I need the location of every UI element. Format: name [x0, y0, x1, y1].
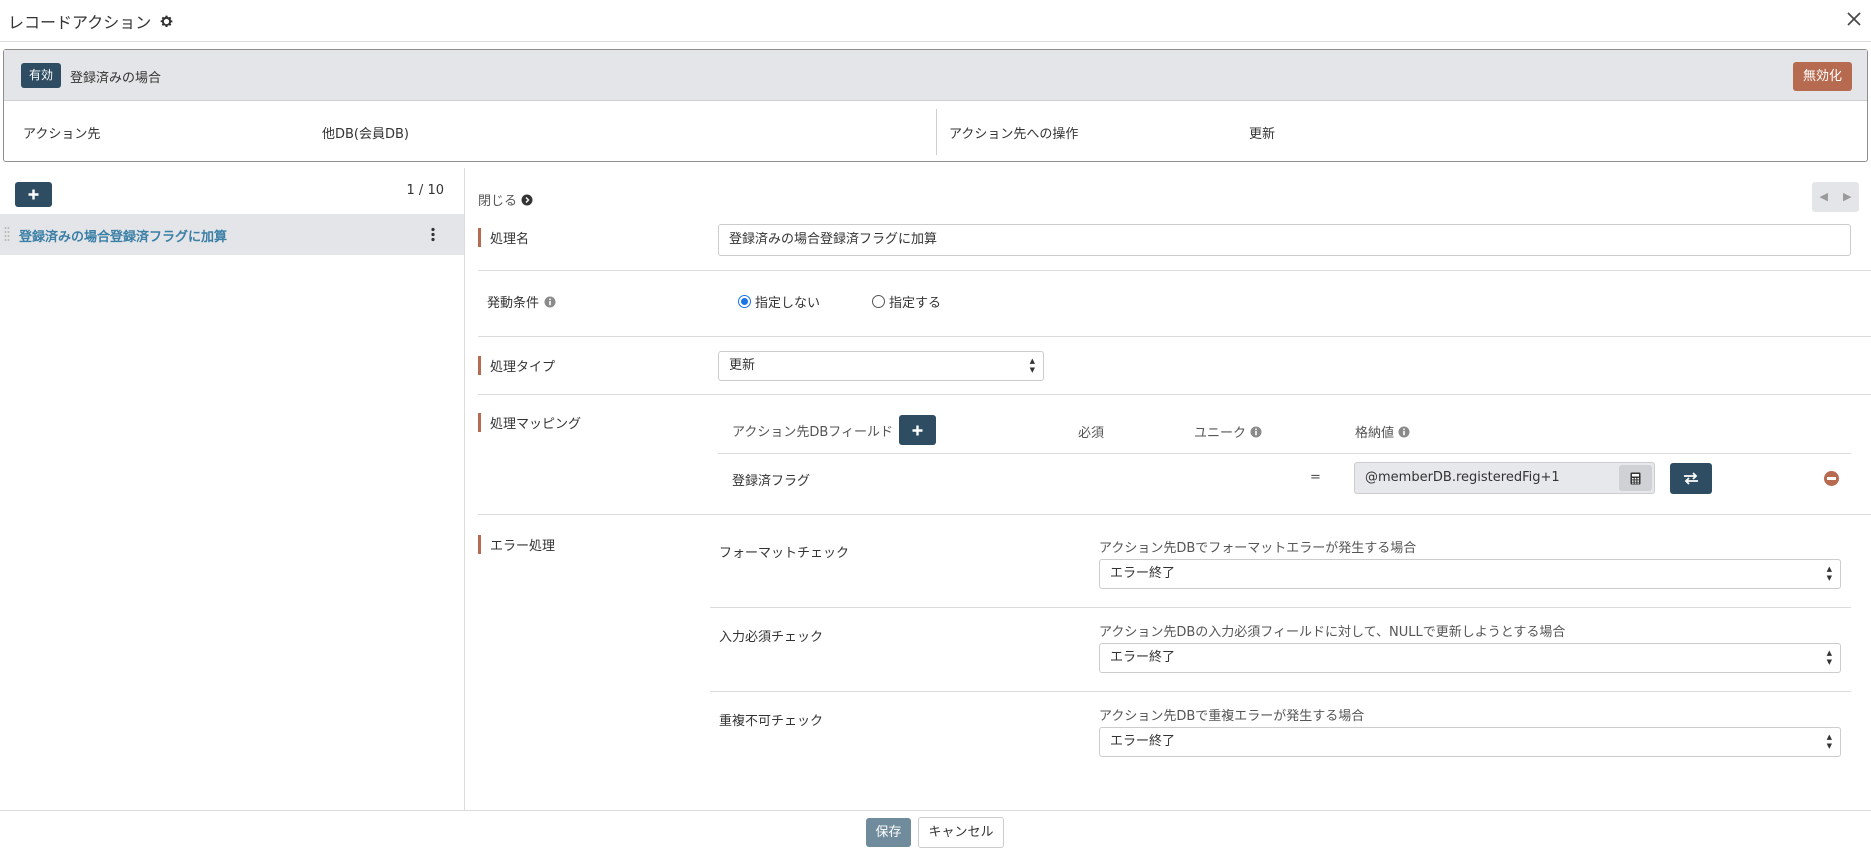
error-check-label: フォーマットチェック	[719, 546, 850, 561]
gear-icon[interactable]	[159, 14, 174, 29]
info-icon	[1398, 426, 1410, 437]
error-check-select-value: エラー終了	[1110, 734, 1176, 749]
detail-navigation: ◀ ▶	[1812, 182, 1859, 212]
type-select-value: 更新	[729, 358, 756, 373]
list-count: 1 / 10	[406, 183, 444, 198]
prev-arrow-icon[interactable]: ◀	[1812, 182, 1836, 212]
list-item-label: 登録済みの場合登録済フラグに加算	[19, 230, 228, 245]
divider	[478, 270, 1871, 271]
calculator-button[interactable]	[1619, 465, 1652, 491]
divider	[478, 514, 1871, 515]
target-value: 他DB(会員DB)	[322, 127, 410, 142]
summary-divider	[936, 109, 937, 155]
chevron-circle-right-icon	[521, 194, 533, 205]
close-detail-link[interactable]: 閉じる	[478, 190, 533, 209]
info-icon	[1250, 426, 1262, 437]
name-input[interactable]: 登録済みの場合登録済フラグに加算	[718, 224, 1851, 256]
save-button[interactable]: 保存	[866, 818, 911, 847]
calculator-icon	[1630, 472, 1641, 484]
mapping-header-value: 格納値	[1355, 422, 1410, 441]
mapping-value-text: @memberDB.registeredFig+1	[1365, 470, 1560, 485]
divider	[710, 691, 1851, 692]
mapping-value-input[interactable]: @memberDB.registeredFig+1	[1354, 462, 1655, 494]
error-check-select[interactable]: エラー終了 ▲ ▼	[1099, 643, 1841, 673]
summary-title: 登録済みの場合	[70, 71, 162, 86]
condition-radio-specify-label: 指定する	[889, 296, 942, 311]
mapping-operator: =	[1310, 470, 1321, 485]
add-action-button[interactable]	[15, 182, 52, 207]
summary-body: アクション先 他DB(会員DB) アクション先への操作 更新	[4, 101, 1867, 161]
mapping-header-unique-text: ユニーク	[1194, 426, 1247, 441]
swap-icon	[1684, 472, 1698, 485]
select-caret-icon: ▲ ▼	[1826, 565, 1832, 582]
condition-radio-specify[interactable]: 指定する	[872, 292, 941, 311]
add-mapping-button[interactable]	[899, 415, 936, 445]
status-badge: 有効	[21, 63, 62, 88]
error-check-select[interactable]: エラー終了 ▲ ▼	[1099, 727, 1841, 757]
condition-label-text: 発動条件	[487, 296, 540, 311]
swap-button[interactable]	[1670, 463, 1712, 494]
error-check-description: アクション先DBでフォーマットエラーが発生する場合	[1099, 541, 1417, 556]
action-detail-panel: 閉じる ◀ ▶ 処理名 登録済みの場合登録済フラグに加算 発動条件 指定しない …	[466, 168, 1871, 810]
mapping-header-divider	[718, 453, 1851, 454]
minus-circle-icon[interactable]	[1824, 471, 1839, 486]
modal-title-text: レコードアクション	[8, 13, 152, 32]
drag-handle-icon[interactable]	[4, 226, 10, 242]
select-caret-icon: ▲ ▼	[1029, 357, 1035, 374]
target-label: アクション先	[23, 127, 101, 142]
divider	[710, 607, 1851, 608]
next-arrow-icon[interactable]: ▶	[1836, 182, 1860, 212]
radio-unselected-icon	[872, 295, 885, 308]
modal-footer: 保存 キャンセル	[0, 810, 1871, 850]
error-check-select-value: エラー終了	[1110, 650, 1176, 665]
error-check-description: アクション先DBの入力必須フィールドに対して、NULLで更新しようとする場合	[1099, 625, 1566, 640]
mapping-field-name: 登録済フラグ	[732, 474, 811, 489]
error-check-description: アクション先DBで重複エラーが発生する場合	[1099, 709, 1365, 724]
condition-radio-none[interactable]: 指定しない	[738, 292, 820, 311]
type-label: 処理タイプ	[478, 356, 555, 375]
modal-title: レコードアクション	[8, 9, 174, 33]
error-check-label: 重複不可チェック	[719, 714, 824, 729]
mapping-header-unique: ユニーク	[1194, 422, 1262, 441]
operation-value: 更新	[1249, 127, 1276, 142]
disable-button[interactable]: 無効化	[1792, 62, 1852, 91]
divider	[478, 394, 1871, 395]
operation-label: アクション先への操作	[949, 127, 1079, 142]
summary-header: 有効 登録済みの場合 無効化	[4, 50, 1867, 101]
mapping-header-value-text: 格納値	[1355, 426, 1395, 441]
plus-icon	[912, 425, 923, 435]
list-item[interactable]: 登録済みの場合登録済フラグに加算	[0, 214, 464, 255]
divider	[478, 336, 1871, 337]
info-icon	[544, 296, 556, 307]
radio-selected-icon	[738, 295, 751, 308]
close-detail-label: 閉じる	[478, 194, 518, 209]
mapping-label: 処理マッピング	[478, 413, 581, 432]
cancel-button[interactable]: キャンセル	[918, 817, 1004, 848]
error-check-select[interactable]: エラー終了 ▲ ▼	[1099, 559, 1841, 589]
condition-label: 発動条件	[478, 292, 556, 311]
error-check-select-value: エラー終了	[1110, 566, 1176, 581]
condition-radio-none-label: 指定しない	[755, 296, 821, 311]
action-list-panel: 1 / 10 登録済みの場合登録済フラグに加算	[0, 168, 465, 810]
select-caret-icon: ▲ ▼	[1826, 733, 1832, 750]
mapping-header-field: アクション先DBフィールド	[732, 425, 894, 440]
plus-icon	[28, 189, 39, 199]
type-select[interactable]: 更新 ▲ ▼	[718, 351, 1044, 381]
name-label: 処理名	[478, 228, 529, 247]
modal-header: レコードアクション	[0, 0, 1871, 42]
action-summary: 有効 登録済みの場合 無効化 アクション先 他DB(会員DB) アクション先への…	[3, 49, 1868, 162]
mapping-header-required: 必須	[1078, 426, 1105, 441]
close-icon[interactable]	[1843, 8, 1865, 30]
error-label: エラー処理	[478, 535, 555, 554]
error-check-label: 入力必須チェック	[719, 630, 824, 645]
kebab-icon[interactable]	[430, 227, 436, 242]
select-caret-icon: ▲ ▼	[1826, 649, 1832, 666]
